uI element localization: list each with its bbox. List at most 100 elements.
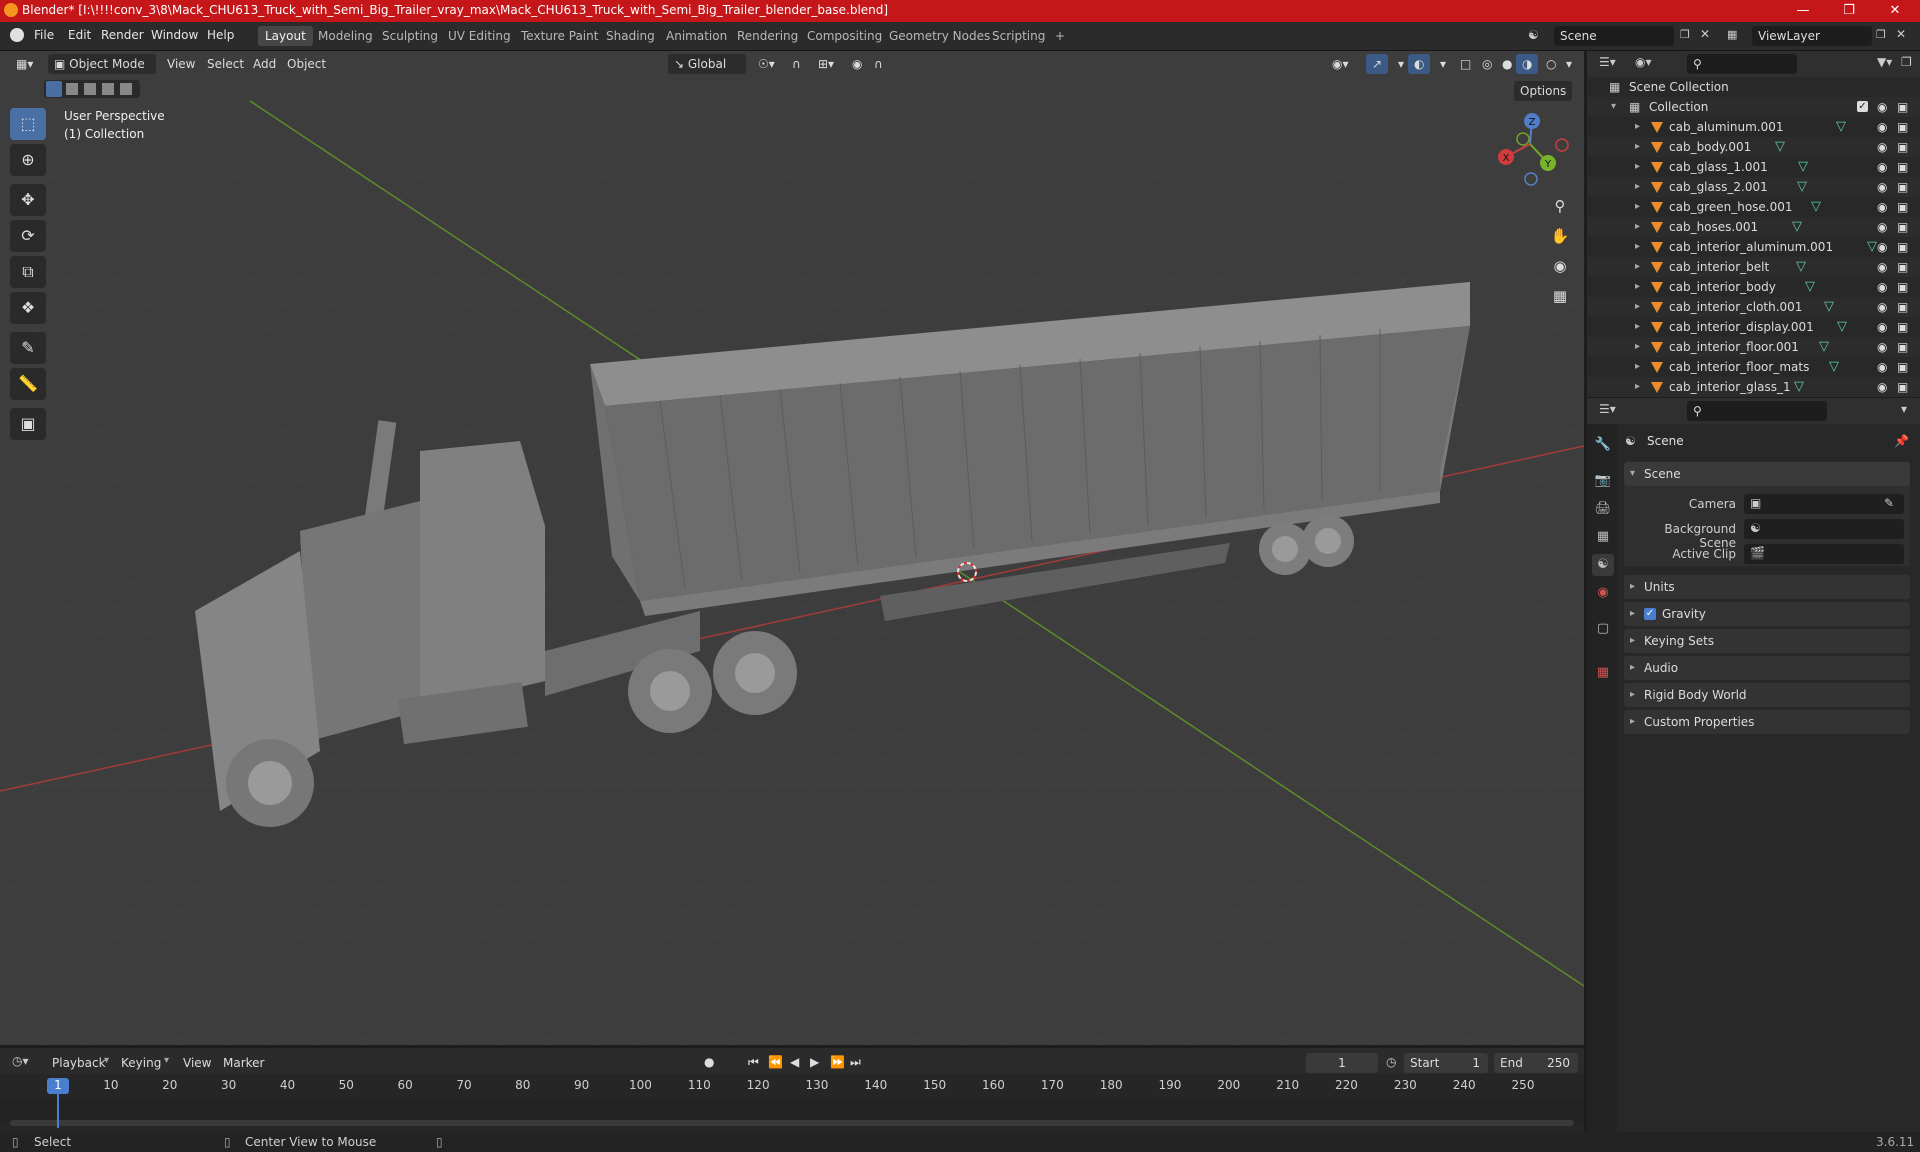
outliner-object-row[interactable]: ▸ cab_aluminum.001 ▽ ◉ ▣ bbox=[1587, 117, 1920, 137]
tab-shading[interactable]: Shading bbox=[599, 26, 662, 46]
mesh-data-icon[interactable]: ▽ bbox=[1794, 377, 1804, 397]
visibility-eye-icon[interactable]: ◉ bbox=[1877, 357, 1887, 377]
outliner-object-row[interactable]: ▸ cab_interior_cloth.001 ▽ ◉ ▣ bbox=[1587, 297, 1920, 317]
expand-arrow-icon[interactable]: ▸ bbox=[1635, 157, 1640, 177]
render-tab-icon[interactable]: 📷 bbox=[1592, 470, 1614, 492]
mesh-data-icon[interactable]: ▽ bbox=[1805, 277, 1815, 297]
add-workspace-button[interactable]: + bbox=[1048, 26, 1072, 46]
timeline-editor-icon[interactable]: ◷▾ bbox=[12, 1054, 29, 1068]
viewport-menu-add[interactable]: Add bbox=[247, 54, 282, 74]
blender-menu-icon[interactable] bbox=[10, 28, 24, 42]
scene-panel-header[interactable]: ▾ Scene bbox=[1624, 462, 1910, 486]
keying-sets-panel[interactable]: ▸ Keying Sets bbox=[1624, 629, 1910, 653]
properties-editor-icon[interactable]: ☰▾ bbox=[1599, 402, 1616, 416]
mode-dropdown[interactable]: ▣ Object Mode ▾ bbox=[48, 54, 156, 91]
options-button[interactable]: Options bbox=[1514, 81, 1573, 101]
menu-render[interactable]: Render bbox=[101, 28, 144, 42]
overlays-icon[interactable]: ◐ bbox=[1408, 54, 1431, 74]
units-panel[interactable]: ▸ Units bbox=[1624, 575, 1910, 599]
clock-icon[interactable]: ◷ bbox=[1386, 1055, 1396, 1069]
mesh-data-icon[interactable]: ▽ bbox=[1811, 197, 1821, 217]
outliner-editor-icon[interactable]: ☰▾ bbox=[1599, 55, 1616, 69]
render-camera-icon[interactable]: ▣ bbox=[1897, 237, 1908, 257]
render-camera-icon[interactable]: ▣ bbox=[1897, 117, 1908, 137]
expand-arrow-icon[interactable]: ▸ bbox=[1635, 117, 1640, 137]
tab-uv-editing[interactable]: UV Editing bbox=[441, 26, 518, 46]
expand-arrow-icon[interactable]: ▾ bbox=[1611, 97, 1616, 117]
tab-compositing[interactable]: Compositing bbox=[800, 26, 889, 46]
render-camera-icon[interactable]: ▣ bbox=[1897, 277, 1908, 297]
render-camera-icon[interactable]: ▣ bbox=[1897, 157, 1908, 177]
select-box-tool[interactable]: ⬚ bbox=[10, 108, 46, 140]
outliner-object-row[interactable]: ▸ cab_glass_2.001 ▽ ◉ ▣ bbox=[1587, 177, 1920, 197]
outliner-object-row[interactable]: ▸ cab_interior_glass_1 ▽ ◉ ▣ bbox=[1587, 377, 1920, 397]
chevron-down-icon[interactable]: ▾ bbox=[1901, 402, 1907, 416]
overlays-dropdown-icon[interactable]: ▾ bbox=[1434, 54, 1452, 74]
menu-file[interactable]: File bbox=[34, 28, 54, 42]
outliner-collection-row[interactable]: ▾ ▦ Collection ✓ ◉ ▣ bbox=[1587, 97, 1920, 117]
expand-arrow-icon[interactable]: ▸ bbox=[1635, 237, 1640, 257]
start-frame-field[interactable]: Start 1 bbox=[1404, 1053, 1488, 1073]
mesh-data-icon[interactable]: ▽ bbox=[1775, 137, 1785, 157]
xray-icon[interactable]: □ bbox=[1454, 54, 1477, 74]
keying-menu[interactable]: Keying bbox=[121, 1056, 161, 1070]
outliner-object-row[interactable]: ▸ cab_interior_floor_mats ▽ ◉ ▣ bbox=[1587, 357, 1920, 377]
play-reverse-icon[interactable]: ◀ bbox=[790, 1055, 799, 1069]
mesh-data-icon[interactable]: ▽ bbox=[1829, 357, 1839, 377]
render-camera-icon[interactable]: ▣ bbox=[1897, 337, 1908, 357]
tool-tab-icon[interactable]: 🔧 bbox=[1592, 434, 1614, 456]
3d-viewport[interactable]: Z Y X bbox=[0, 51, 1584, 1045]
expand-arrow-icon[interactable]: ▸ bbox=[1635, 257, 1640, 277]
mesh-data-icon[interactable]: ▽ bbox=[1837, 317, 1847, 337]
render-camera-icon[interactable]: ▣ bbox=[1897, 317, 1908, 337]
pan-hand-icon[interactable]: ✋ bbox=[1546, 222, 1574, 250]
outliner-object-row[interactable]: ▸ cab_hoses.001 ▽ ◉ ▣ bbox=[1587, 217, 1920, 237]
mesh-data-icon[interactable]: ▽ bbox=[1819, 337, 1829, 357]
output-tab-icon[interactable]: 🖨 bbox=[1592, 498, 1614, 520]
snap-icon[interactable]: ∩ bbox=[786, 54, 807, 74]
measure-tool[interactable]: 📏 bbox=[10, 368, 46, 400]
delete-scene-icon[interactable]: ✕ bbox=[1700, 27, 1710, 41]
timeline-view-menu[interactable]: View bbox=[183, 1056, 211, 1070]
render-camera-icon[interactable]: ▣ bbox=[1897, 97, 1908, 117]
scale-tool[interactable]: ⧉ bbox=[10, 256, 46, 288]
eyedropper-icon[interactable]: ✎ bbox=[1884, 496, 1894, 510]
properties-search-input[interactable]: ⚲ bbox=[1687, 401, 1827, 421]
visibility-eye-icon[interactable]: ◉ bbox=[1877, 237, 1887, 257]
visibility-eye-icon[interactable]: ◉ bbox=[1877, 197, 1887, 217]
gravity-checkbox[interactable]: ✓ bbox=[1644, 608, 1656, 620]
transform-tool[interactable]: ❖ bbox=[10, 292, 46, 324]
visibility-eye-icon[interactable]: ◉ bbox=[1877, 177, 1887, 197]
tab-modeling[interactable]: Modeling bbox=[311, 26, 380, 46]
visibility-eye-icon[interactable]: ◉ bbox=[1877, 277, 1887, 297]
select-invert-icon[interactable] bbox=[102, 83, 114, 95]
select-extend-icon[interactable] bbox=[66, 83, 78, 95]
current-frame-field[interactable]: 1 bbox=[1306, 1053, 1378, 1073]
outliner-object-row[interactable]: ▸ cab_green_hose.001 ▽ ◉ ▣ bbox=[1587, 197, 1920, 217]
scene-selector[interactable]: Scene bbox=[1554, 26, 1674, 46]
jump-start-icon[interactable]: ⏮ bbox=[748, 1055, 759, 1070]
pivot-point-icon[interactable]: ☉▾ bbox=[752, 54, 781, 74]
delete-viewlayer-icon[interactable]: ✕ bbox=[1896, 27, 1906, 41]
viewport-menu-view[interactable]: View bbox=[161, 54, 201, 74]
jump-keyframe-back-icon[interactable]: ⏪ bbox=[768, 1055, 783, 1069]
new-viewlayer-icon[interactable]: ❐ bbox=[1876, 28, 1886, 41]
world-tab-icon[interactable]: ◉ bbox=[1592, 582, 1614, 604]
rotate-tool[interactable]: ⟳ bbox=[10, 220, 46, 252]
scene-tab-icon[interactable]: ☯ bbox=[1592, 554, 1614, 576]
expand-arrow-icon[interactable]: ▸ bbox=[1635, 357, 1640, 377]
filter-icon[interactable]: ▼▾ bbox=[1877, 55, 1892, 69]
jump-keyframe-forward-icon[interactable]: ⏩ bbox=[830, 1055, 845, 1069]
outliner-object-row[interactable]: ▸ cab_interior_body ▽ ◉ ▣ bbox=[1587, 277, 1920, 297]
menu-help[interactable]: Help bbox=[207, 28, 234, 42]
playback-menu[interactable]: Playback bbox=[52, 1056, 106, 1070]
rigid-body-world-panel[interactable]: ▸ Rigid Body World bbox=[1624, 683, 1910, 707]
tab-sculpting[interactable]: Sculpting bbox=[375, 26, 445, 46]
outliner-object-row[interactable]: ▸ cab_interior_floor.001 ▽ ◉ ▣ bbox=[1587, 337, 1920, 357]
visibility-eye-icon[interactable]: ◉ bbox=[1877, 317, 1887, 337]
tab-texture-paint[interactable]: Texture Paint bbox=[514, 26, 605, 46]
visibility-eye-icon[interactable]: ◉ bbox=[1877, 297, 1887, 317]
tab-layout[interactable]: Layout bbox=[258, 26, 313, 46]
move-tool[interactable]: ✥ bbox=[10, 184, 46, 216]
close-button[interactable]: ✕ bbox=[1872, 0, 1918, 22]
